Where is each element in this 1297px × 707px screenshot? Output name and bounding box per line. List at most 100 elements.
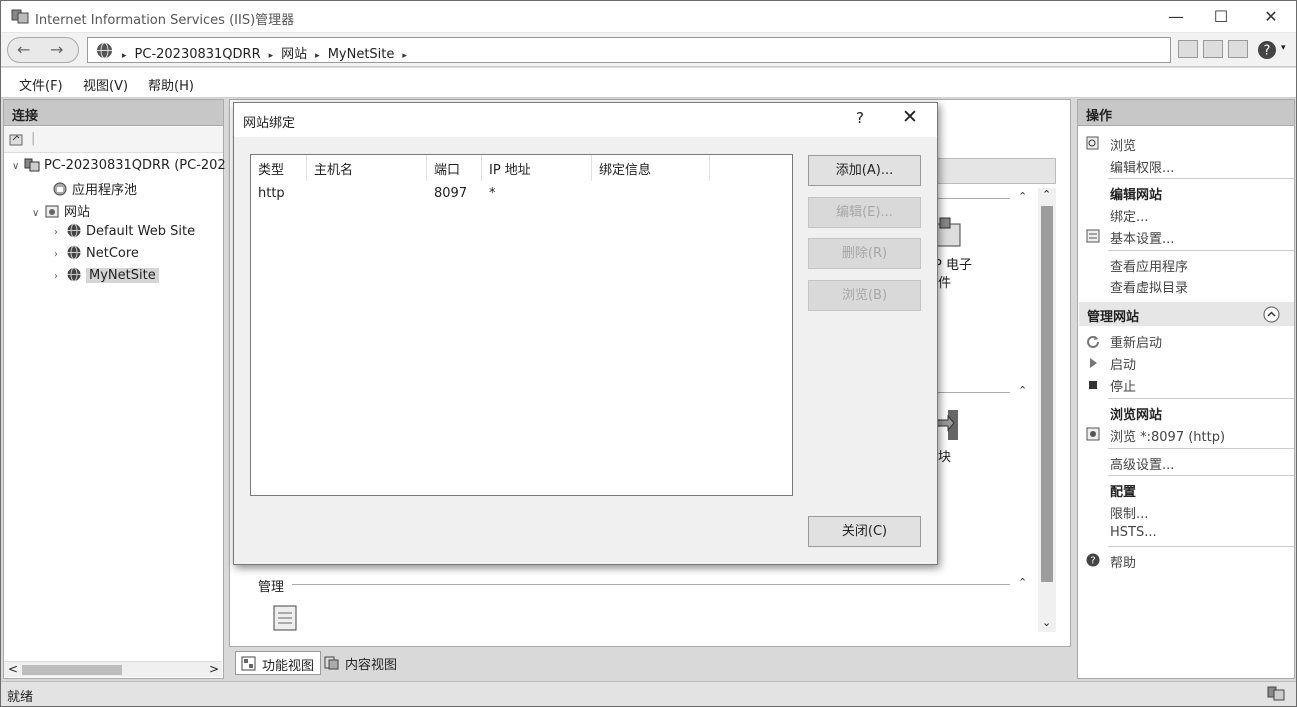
close-window-button[interactable]: ✕ <box>1256 5 1286 29</box>
actions-title: 操作 <box>1078 100 1294 126</box>
scroll-down-button[interactable]: ⌄ <box>1042 616 1051 629</box>
actions-divider <box>1108 475 1294 476</box>
tree-item-default-web-site[interactable]: › Default Web Site <box>54 223 195 239</box>
globe-icon <box>67 267 81 282</box>
dialog-help-button[interactable]: ? <box>856 109 864 127</box>
action-limits[interactable]: 限制... <box>1110 503 1148 522</box>
action-restart[interactable]: 重新启动 <box>1110 332 1162 351</box>
action-edit-permissions[interactable]: 编辑权限... <box>1110 157 1174 176</box>
menu-view[interactable]: 视图(V) <box>83 75 128 94</box>
toolbar-divider: | <box>31 131 36 146</box>
features-vscrollbar[interactable]: ⌃ ⌄ <box>1038 188 1056 632</box>
chevron-right-icon[interactable]: › <box>54 227 66 238</box>
manage-site-header: 管理网站 <box>1079 302 1294 326</box>
column-header-info[interactable]: 绑定信息 <box>592 155 710 181</box>
vscroll-thumb[interactable] <box>1041 206 1053 582</box>
chevron-down-icon[interactable]: ∨ <box>32 208 44 219</box>
action-help[interactable]: 帮助 <box>1110 552 1136 571</box>
tab-content-view[interactable]: 内容视图 <box>319 651 403 675</box>
collapse-group-icon[interactable] <box>1263 306 1280 323</box>
hscroll-thumb[interactable] <box>22 665 122 675</box>
cell-port: 8097 <box>434 186 468 201</box>
dialog-close-icon[interactable]: ✕ <box>902 106 918 128</box>
globe-icon <box>67 245 81 260</box>
chevron-down-icon[interactable]: ∨ <box>12 161 24 172</box>
address-field[interactable]: ▸ PC-20230831QDRR ▸ 网站 ▸ MyNetSite ▸ <box>87 37 1171 63</box>
scroll-right-button[interactable]: > <box>209 662 219 676</box>
collapse-icon[interactable]: ⌃ <box>1018 384 1027 397</box>
close-dialog-button[interactable]: 关闭(C) <box>808 516 921 547</box>
column-header-type[interactable]: 类型 <box>251 155 307 181</box>
action-basic-settings[interactable]: 基本设置... <box>1110 228 1174 247</box>
menu-help[interactable]: 帮助(H) <box>148 75 194 94</box>
action-hsts[interactable]: HSTS... <box>1110 525 1157 540</box>
back-button[interactable]: ← <box>17 40 30 59</box>
action-advanced-settings[interactable]: 高级设置... <box>1110 454 1174 473</box>
menu-bar: 文件(F) 视图(V) 帮助(H) <box>1 68 1296 98</box>
breadcrumb-sites[interactable]: 网站 <box>281 47 307 62</box>
tree-site-label: Default Web Site <box>86 224 196 239</box>
column-header-host[interactable]: 主机名 <box>307 155 427 181</box>
nav-buttons: ← → <box>7 37 79 63</box>
add-binding-button[interactable]: 添加(A)... <box>808 155 921 186</box>
maximize-button[interactable]: ☐ <box>1206 5 1236 29</box>
new-connection-icon[interactable] <box>9 132 25 147</box>
action-stop[interactable]: 停止 <box>1110 376 1136 395</box>
app-pool-icon <box>53 182 67 196</box>
tree-item-app-pools[interactable]: 应用程序池 <box>52 179 137 198</box>
collapse-icon[interactable]: ⌃ <box>1018 190 1027 203</box>
chevron-right-icon[interactable]: › <box>54 249 66 260</box>
bindings-list[interactable]: 类型 主机名 端口 IP 地址 绑定信息 http 8097 * <box>250 154 793 496</box>
column-header-port[interactable]: 端口 <box>427 155 482 181</box>
stop-icon[interactable] <box>1203 40 1223 58</box>
tree-item-server[interactable]: ∨ PC-20230831QDRR (PC-202 <box>12 157 226 173</box>
section-manage-title: 管理 <box>258 580 285 595</box>
feature-icon[interactable] <box>934 216 962 250</box>
help-dropdown-icon[interactable]: ▾ <box>1281 43 1286 53</box>
collapse-icon[interactable]: ⌃ <box>1018 576 1027 589</box>
content-view-icon <box>324 656 339 670</box>
minimize-button[interactable]: — <box>1161 5 1191 29</box>
tree-item-netcore[interactable]: › NetCore <box>54 245 139 261</box>
help-icon: ? <box>1086 553 1100 567</box>
actions-pane: 操作 浏览 编辑权限... 编辑网站 绑定... 基本设置... 查看应用程序 … <box>1077 99 1295 679</box>
tree-item-sites[interactable]: ∨ 网站 <box>32 201 90 220</box>
address-bar: ← → ▸ PC-20230831QDRR ▸ 网站 ▸ MyNetSite ▸ ? ▾ <box>1 33 1296 67</box>
breadcrumb-site[interactable]: MyNetSite <box>328 47 395 62</box>
tree-sites-label: 网站 <box>64 205 91 220</box>
home-icon[interactable] <box>1228 40 1248 58</box>
action-start[interactable]: 启动 <box>1110 354 1136 373</box>
configuration-editor-icon[interactable] <box>272 604 298 632</box>
browse-binding-button[interactable]: 浏览(B) <box>808 280 921 311</box>
manage-site-heading: 管理网站 <box>1087 310 1140 325</box>
action-view-applications[interactable]: 查看应用程序 <box>1110 256 1188 275</box>
column-header-ip[interactable]: IP 地址 <box>482 155 592 181</box>
remove-binding-button[interactable]: 删除(R) <box>808 238 921 269</box>
cell-ip: * <box>489 186 496 201</box>
modules-icon[interactable] <box>934 408 962 442</box>
breadcrumb-server[interactable]: PC-20230831QDRR <box>135 47 261 62</box>
chevron-right-icon[interactable]: › <box>54 271 66 282</box>
connect-icon[interactable] <box>1178 40 1198 58</box>
cell-type: http <box>258 186 285 201</box>
actions-divider <box>1108 250 1294 251</box>
action-bindings[interactable]: 绑定... <box>1110 206 1148 225</box>
scroll-left-button[interactable]: < <box>8 662 18 676</box>
help-icon[interactable]: ? <box>1257 40 1277 60</box>
forward-button[interactable]: → <box>50 40 63 59</box>
action-browse-8097[interactable]: 浏览 *:8097 (http) <box>1110 426 1225 445</box>
connections-title: 连接 <box>4 100 223 126</box>
iis-app-icon <box>11 9 29 24</box>
feature-label-fragment: 件 <box>938 276 952 291</box>
tree-item-mynetsite[interactable]: › MyNetSite <box>54 267 159 283</box>
scroll-up-button[interactable]: ⌃ <box>1042 188 1051 201</box>
connections-hscrollbar[interactable]: < > <box>4 661 222 677</box>
restart-icon <box>1087 336 1099 348</box>
tab-features-view[interactable]: 功能视图 <box>235 651 322 675</box>
action-view-virtual-directories[interactable]: 查看虚拟目录 <box>1110 277 1188 296</box>
action-browse[interactable]: 浏览 <box>1110 135 1136 154</box>
tab-content-label: 内容视图 <box>345 658 398 673</box>
edit-binding-button[interactable]: 编辑(E)... <box>808 197 921 228</box>
tree-site-label: NetCore <box>86 246 139 261</box>
menu-file[interactable]: 文件(F) <box>19 75 63 94</box>
